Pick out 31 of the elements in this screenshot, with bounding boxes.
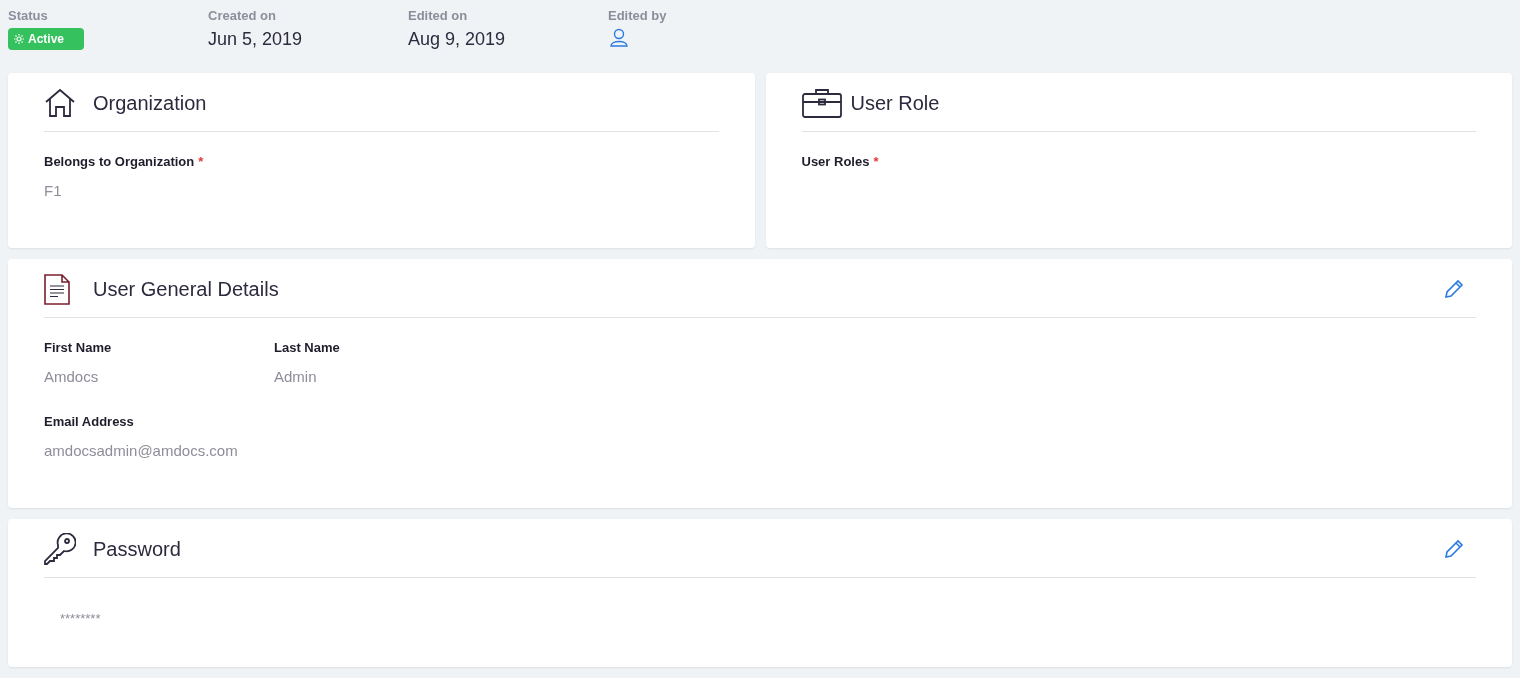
sun-icon [14,33,24,44]
field-label: Email Address [44,413,134,431]
document-icon [44,273,70,305]
meta-label: Created on [208,7,277,25]
status-badge: Active [8,27,84,50]
required-asterisk: * [198,153,204,171]
field-value: Admin [274,366,318,387]
user-icon[interactable] [610,27,628,47]
field-label: Belongs to Organization [44,153,195,171]
field-value: F1 [44,180,63,201]
field-label: User Roles [801,153,870,171]
password-value: ******** [60,611,101,626]
card-title: Organization [93,91,207,116]
field-label: First Name [44,339,112,357]
card-title: User General Details [93,277,279,302]
meta-label: Status [8,7,49,25]
edit-icon[interactable] [1444,279,1464,299]
card-title: User Role [850,91,940,116]
house-icon [44,88,76,118]
field-value: amdocsadmin@amdocs.com [44,440,239,461]
field-label: Last Name [274,339,340,357]
card-title: Password [93,537,181,562]
field-value: Amdocs [44,366,100,387]
key-icon [44,533,76,565]
meta-value: Aug 9, 2019 [408,27,507,50]
briefcase-icon [801,88,842,118]
meta-value: Jun 5, 2019 [208,27,304,50]
meta-label: Edited on [408,7,469,25]
required-asterisk: * [873,153,879,171]
meta-label: Edited by [608,7,668,25]
edit-icon[interactable] [1444,539,1464,559]
